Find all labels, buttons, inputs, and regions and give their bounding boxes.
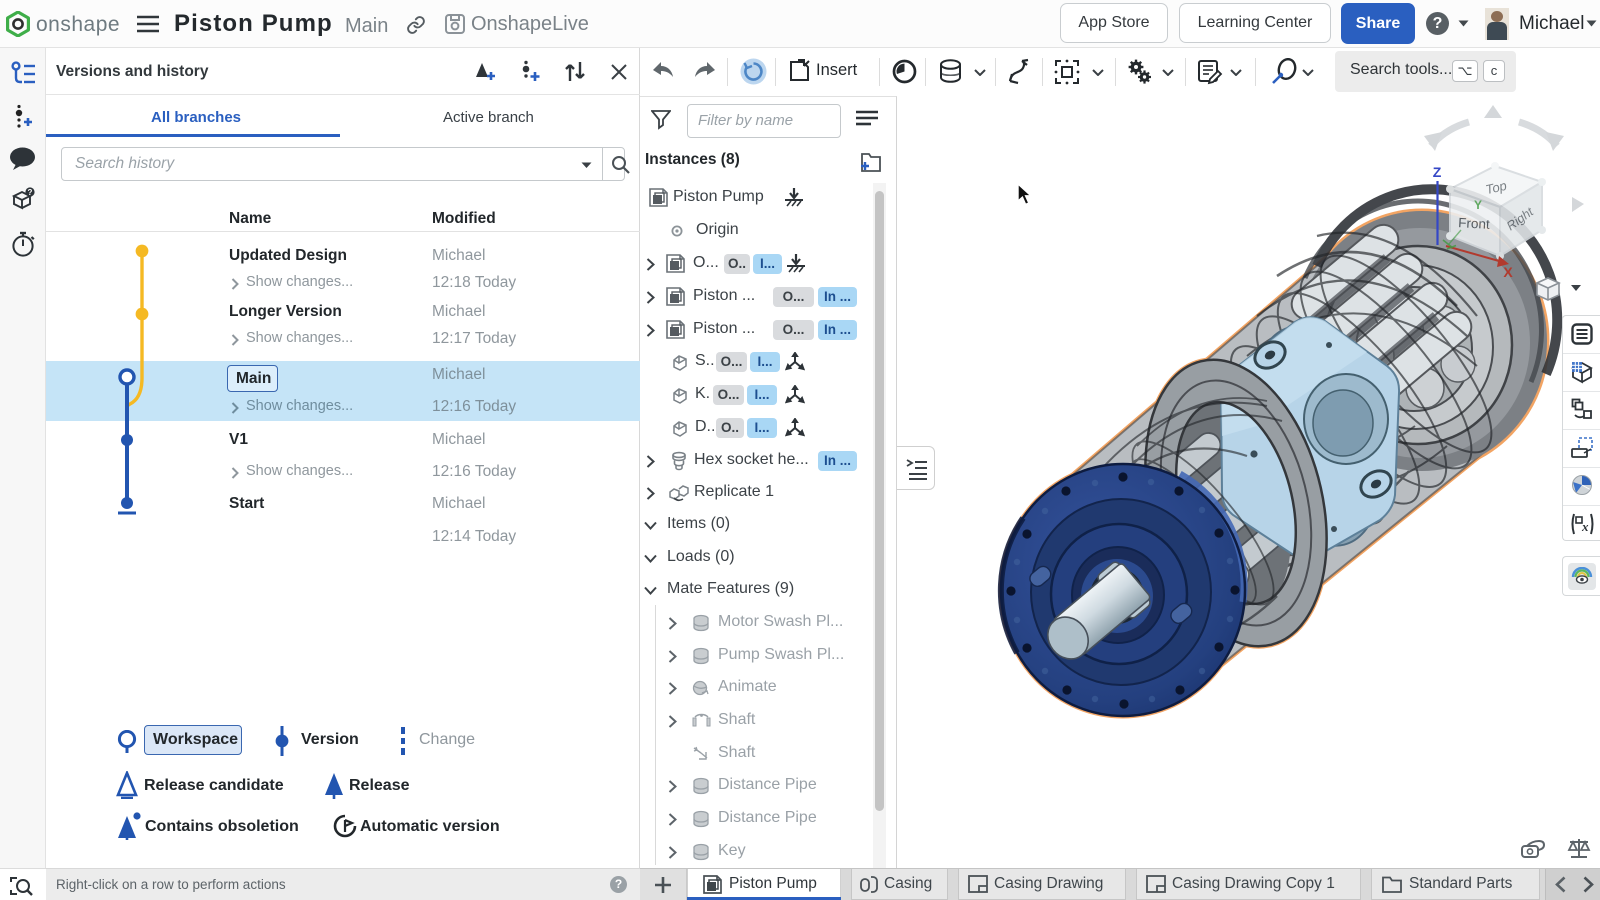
svg-text:X: X — [1503, 264, 1513, 280]
svg-text:?: ? — [28, 188, 33, 197]
svg-text:Front: Front — [1458, 215, 1490, 232]
svg-text:Y: Y — [1474, 198, 1482, 212]
svg-text:Z: Z — [1433, 164, 1442, 180]
svg-text:x: x — [1581, 519, 1589, 534]
